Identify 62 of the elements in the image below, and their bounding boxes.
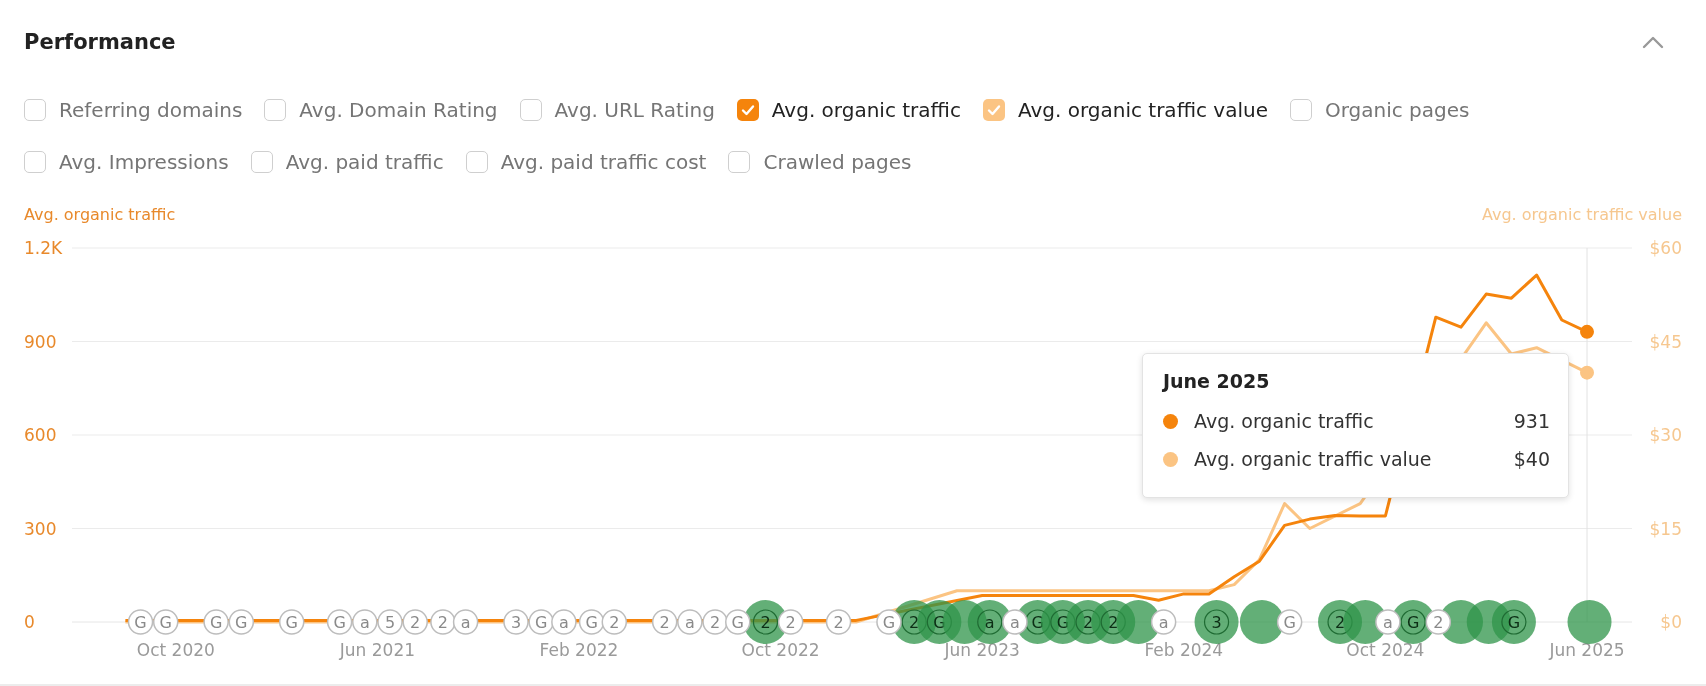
annotation-marker: 2 [702,609,728,635]
annotation-marker: 2 [651,609,678,635]
tooltip-title: June 2025 [1163,370,1271,392]
annotation-marker: 2 [601,609,628,635]
event-marker: 3 [1194,600,1239,644]
y-axis-tick-label: $45 [1649,331,1682,352]
tooltip-label: Avg. organic traffic value [1194,448,1433,470]
y-axis-tick-label: $30 [1649,425,1682,445]
annotation-marker: a [551,609,577,635]
checkbox-label[interactable]: Avg. paid traffic [285,150,444,174]
y-axis-tick-label: 600 [24,425,57,445]
annotation-marker: G [203,609,229,635]
checkbox-label[interactable]: Avg. organic traffic [771,98,961,122]
annotation-marker: a [1002,609,1028,635]
checkbox-label[interactable]: Avg. organic traffic value [1017,98,1268,122]
annotation-marker: G [528,609,554,635]
annotation-marker: 2 [1425,609,1452,635]
annotation-marker: G [578,609,605,635]
annotation-marker: 2 [430,609,456,635]
annotation-marker: G [278,609,305,635]
y-axis-title: Avg. organic traffic [24,204,176,224]
annotation-marker: 3 [503,609,529,635]
x-axis-tick-label: Feb 2022 [539,640,619,660]
annotation-marker: a [1150,609,1177,635]
annotation-marker: a [352,609,378,635]
annotation-marker: 5 [377,609,403,635]
annotation-marker: G [152,609,179,635]
checkbox-label[interactable]: Avg. Impressions [59,150,229,174]
annotation-marker: 2 [825,609,852,635]
tooltip-label: Avg. organic traffic [1194,410,1375,432]
annotation-marker: G [326,609,353,635]
event-marker: G [1491,600,1536,644]
y-axis-tick-label: $0 [1660,612,1682,632]
checkbox-label[interactable]: Avg. paid traffic cost [500,150,707,174]
y-axis-tick-label: $60 [1649,240,1682,258]
x-axis-tick-label: Jun 2021 [339,640,415,660]
checkbox-label[interactable]: Organic pages [1324,98,1470,122]
annotation-marker: a [452,609,479,635]
y-axis-tick-label: 300 [24,518,57,539]
annotation-marker: G [228,609,255,635]
annotation-marker: G [725,609,751,635]
y-axis-tick-label: $15 [1649,518,1682,539]
y-axis-tick-label: 1.2K [24,240,63,258]
section-title: Performance [24,30,176,54]
annotation-marker: G [876,609,902,635]
y-axis-tick-label: 900 [24,331,57,352]
tooltip-value: $40 [1513,448,1550,470]
x-axis-tick-label: Jun 2025 [1549,640,1625,660]
tooltip-value: 931 [1513,410,1550,432]
annotation-marker: a [677,609,703,635]
checkbox-label[interactable]: Crawled pages [763,150,912,174]
y-axis-tick-label: 0 [24,612,35,632]
annotation-marker: 2 [777,609,804,635]
annotation-marker: G [127,609,154,635]
annotation-marker: G [1276,609,1303,635]
checkbox-label[interactable]: Referring domains [59,98,243,122]
checkbox-label[interactable]: Avg. URL Rating [554,98,715,122]
y-axis-title: Avg. organic traffic value [1481,204,1682,224]
checkbox-label[interactable]: Avg. Domain Rating [299,98,498,122]
annotation-marker: 2 [402,609,428,635]
annotation-marker: a [1375,609,1401,635]
x-axis-tick-label: Oct 2020 [136,640,215,660]
